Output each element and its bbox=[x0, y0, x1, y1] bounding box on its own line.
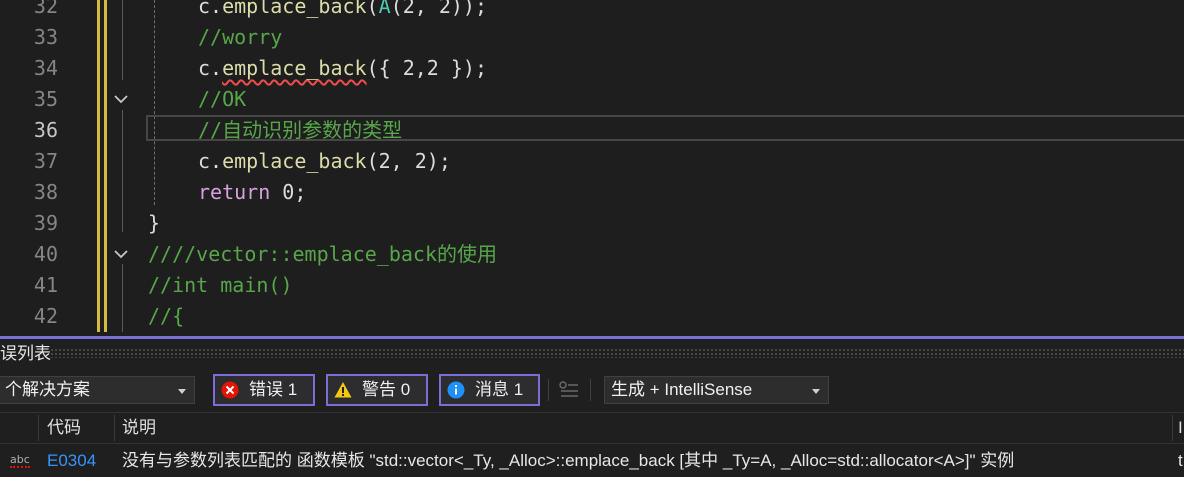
code-token: A bbox=[378, 0, 391, 18]
code-text: return 0; bbox=[198, 177, 306, 208]
code-token: (2, 2); bbox=[366, 149, 451, 173]
line-number: 40 bbox=[33, 242, 58, 266]
code-text: //{ bbox=[148, 301, 184, 332]
toolbar-separator bbox=[548, 379, 549, 401]
code-token: ( bbox=[366, 0, 379, 18]
code-line: 41 //int main() bbox=[0, 270, 1184, 301]
line-number: 39 bbox=[33, 211, 58, 235]
code-token: ////vector::emplace_back的使用 bbox=[148, 242, 497, 266]
code-token: //OK bbox=[198, 87, 247, 111]
column-divider[interactable] bbox=[114, 415, 115, 441]
error-row[interactable]: abc E0304 没有与参数列表匹配的 函数模板 "std::vector<_… bbox=[0, 444, 1184, 477]
code-line: 38 return 0; bbox=[0, 177, 1184, 208]
code-text: c.emplace_back(A(2, 2)); bbox=[198, 0, 487, 22]
line-number: 32 bbox=[33, 0, 58, 18]
error-description: 没有与参数列表匹配的 函数模板 "std::vector<_Ty, _Alloc… bbox=[122, 451, 1015, 470]
column-header-description[interactable]: 说明 bbox=[122, 413, 156, 443]
warnings-filter-button[interactable]: 警告 0 bbox=[326, 374, 428, 406]
code-token: 0; bbox=[270, 180, 307, 204]
code-token: ({ 2,2 }); bbox=[366, 56, 488, 80]
code-editor[interactable]: 32 c.emplace_back(A(2, 2)); 33 //worry 3… bbox=[0, 0, 1184, 338]
code-token: //自动识别参数的类型 bbox=[198, 118, 403, 142]
line-number: 33 bbox=[33, 25, 58, 49]
code-line: 42 //{ bbox=[0, 301, 1184, 332]
errors-filter-label: 错误 1 bbox=[249, 380, 298, 399]
code-token: } bbox=[148, 211, 161, 235]
toolbar-separator bbox=[590, 379, 591, 401]
code-token: emplace_back bbox=[222, 0, 367, 18]
code-token: return bbox=[198, 180, 271, 204]
error-code-link[interactable]: E0304 bbox=[47, 444, 96, 477]
code-token: c. bbox=[198, 56, 223, 80]
warning-icon bbox=[334, 382, 352, 398]
code-token: //int main() bbox=[148, 273, 293, 297]
scope-dropdown[interactable]: 个解决方案 bbox=[0, 376, 195, 404]
collapse-chevron-icon[interactable] bbox=[112, 90, 130, 108]
panel-titlebar[interactable]: 误列表 bbox=[0, 339, 1184, 369]
code-text: c.emplace_back({ 2,2 }); bbox=[198, 53, 487, 84]
line-number: 37 bbox=[33, 149, 58, 173]
code-text: //worry bbox=[198, 22, 282, 53]
code-token: c. bbox=[198, 0, 223, 18]
filter-icon[interactable] bbox=[558, 379, 580, 401]
code-line: 39 } bbox=[0, 208, 1184, 239]
chevron-down-icon bbox=[178, 389, 186, 394]
drag-grip[interactable] bbox=[50, 348, 1184, 358]
column-header-row: 代码 说明 I bbox=[0, 412, 1184, 444]
warnings-filter-label: 警告 0 bbox=[362, 380, 411, 399]
line-number: 36 bbox=[33, 118, 58, 142]
spell-error-icon: abc bbox=[10, 453, 30, 468]
build-source-value: 生成 + IntelliSense bbox=[611, 380, 753, 399]
code-token: //{ bbox=[148, 304, 185, 328]
code-text: c.emplace_back(2, 2); bbox=[198, 146, 451, 177]
line-number: 42 bbox=[33, 304, 58, 328]
code-token: //worry bbox=[198, 25, 283, 49]
column-header-project[interactable]: I bbox=[1178, 413, 1183, 443]
error-list-panel: 误列表 个解决方案 错误 1 警告 0 消息 1 生成 + IntelliSen… bbox=[0, 339, 1184, 477]
line-number: 41 bbox=[33, 273, 58, 297]
messages-filter-button[interactable]: 消息 1 bbox=[439, 374, 540, 406]
code-text: } bbox=[148, 208, 160, 239]
code-token: emplace_back bbox=[222, 56, 367, 80]
code-token: emplace_back bbox=[222, 149, 367, 173]
column-header-code[interactable]: 代码 bbox=[47, 413, 81, 443]
build-source-dropdown[interactable]: 生成 + IntelliSense bbox=[604, 376, 829, 404]
code-text: //OK bbox=[198, 84, 246, 115]
scope-dropdown-value: 个解决方案 bbox=[5, 380, 90, 399]
code-token: c. bbox=[198, 149, 223, 173]
line-number: 35 bbox=[33, 87, 58, 111]
code-line: 35 //OK bbox=[0, 84, 1184, 115]
code-line: 34 c.emplace_back({ 2,2 }); bbox=[0, 53, 1184, 84]
code-line: 40 ////vector::emplace_back的使用 bbox=[0, 239, 1184, 270]
info-icon bbox=[447, 381, 465, 399]
panel-title: 误列表 bbox=[0, 344, 51, 363]
code-line: 36 //自动识别参数的类型 bbox=[0, 115, 1184, 146]
messages-filter-label: 消息 1 bbox=[475, 380, 524, 399]
code-token: (2, 2)); bbox=[390, 0, 488, 18]
code-text: //int main() bbox=[148, 270, 293, 301]
line-number: 34 bbox=[33, 56, 58, 80]
chevron-down-icon bbox=[812, 389, 820, 394]
code-line: 37 c.emplace_back(2, 2); bbox=[0, 146, 1184, 177]
collapse-chevron-icon[interactable] bbox=[112, 245, 130, 263]
code-line: 32 c.emplace_back(A(2, 2)); bbox=[0, 0, 1184, 22]
error-icon bbox=[221, 381, 239, 399]
column-divider[interactable] bbox=[38, 415, 39, 441]
error-project: t bbox=[1178, 451, 1183, 470]
line-number: 38 bbox=[33, 180, 58, 204]
code-text: //自动识别参数的类型 bbox=[198, 115, 402, 146]
error-list-toolbar: 个解决方案 错误 1 警告 0 消息 1 生成 + IntelliSense bbox=[0, 373, 1184, 409]
code-line: 33 //worry bbox=[0, 22, 1184, 53]
errors-filter-button[interactable]: 错误 1 bbox=[213, 374, 315, 406]
code-text: ////vector::emplace_back的使用 bbox=[148, 239, 497, 270]
column-divider[interactable] bbox=[1172, 415, 1173, 441]
